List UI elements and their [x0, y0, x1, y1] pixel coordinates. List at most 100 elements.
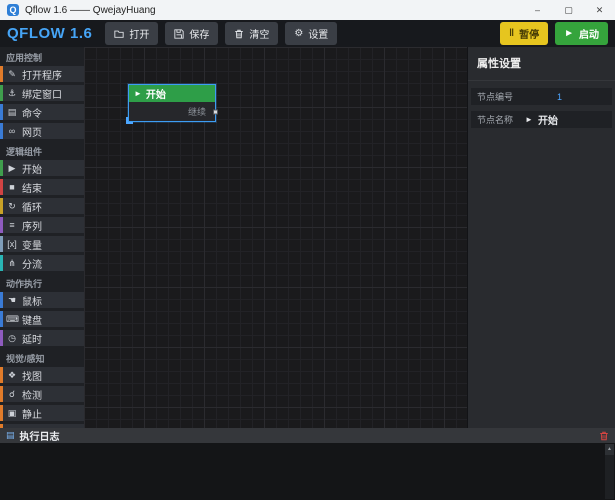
log-output[interactable]: ▲: [0, 443, 615, 500]
sidebar-item-detect[interactable]: ☌ 检测: [0, 386, 84, 402]
save-icon: [174, 29, 184, 39]
toolbar: QFLOW 1.6 打开 保存 清空 ⚙ 设置 ‖ 暂停: [0, 20, 615, 47]
titlebar: Q Qflow 1.6 —— QwejayHuang – ▢ ✕: [0, 0, 615, 20]
section-header-logic: 逻辑组件: [0, 142, 84, 160]
sidebar-item-label: 延时: [22, 331, 42, 346]
sidebar-item-end[interactable]: ■ 结束: [0, 179, 84, 195]
sidebar-item-start[interactable]: ▶ 开始: [0, 160, 84, 176]
qflow-window: Q Qflow 1.6 —— QwejayHuang – ▢ ✕ QFLOW 1…: [0, 0, 615, 500]
keyboard-icon: ⌨: [6, 314, 18, 325]
window-title: Qflow 1.6 —— QwejayHuang: [25, 5, 156, 16]
log-header-bar: ▤ 执行日志: [0, 428, 615, 443]
sidebar-item-branch[interactable]: ⋔ 分流: [0, 255, 84, 271]
sidebar-item-label: 网页: [22, 124, 42, 139]
play-icon: ►: [525, 115, 533, 124]
clear-button-label: 清空: [249, 26, 269, 41]
trash-icon: [234, 29, 244, 39]
sidebar-item-label: 循环: [22, 199, 42, 214]
minimize-button[interactable]: –: [522, 0, 553, 20]
selection-handle: [126, 117, 133, 124]
sidebar-item-label: 开始: [22, 161, 42, 176]
section-header-app-control: 应用控制: [0, 48, 84, 66]
open-button[interactable]: 打开: [105, 22, 158, 45]
sidebar-item-label: 分流: [22, 256, 42, 271]
sidebar-item-keyboard[interactable]: ⌨ 键盘: [0, 311, 84, 327]
sidebar-item-bind-window[interactable]: ⚓ 绑定窗口: [0, 85, 84, 101]
sidebar-item-find-image[interactable]: ❖ 找图: [0, 367, 84, 383]
node-name-field[interactable]: 节点名称 ► 开始: [471, 111, 612, 128]
terminal-icon: ▤: [6, 107, 18, 118]
loop-icon: ↻: [6, 201, 18, 212]
sidebar-item-delay[interactable]: ◷ 延时: [0, 330, 84, 346]
play-icon: ▶: [6, 163, 18, 174]
sidebar-item-sequence[interactable]: ≡ 序列: [0, 217, 84, 233]
sidebar-item-label: 键盘: [22, 312, 42, 327]
log-icon: ▤: [6, 430, 15, 441]
sidebar-item-label: 打开程序: [22, 67, 62, 82]
component-sidebar: 应用控制 ✎ 打开程序 ⚓ 绑定窗口 ▤ 命令 ∞ 网页 逻辑组件 ▶ 开始: [0, 47, 84, 428]
sidebar-item-label: 鼠标: [22, 293, 42, 308]
close-button[interactable]: ✕: [584, 0, 615, 20]
settings-button[interactable]: ⚙ 设置: [285, 22, 337, 45]
node-title: 开始: [146, 86, 166, 101]
start-button-label: 启动: [579, 26, 599, 41]
log-scrollbar[interactable]: ▲: [605, 444, 614, 499]
save-button[interactable]: 保存: [165, 22, 218, 45]
open-button-label: 打开: [129, 26, 149, 41]
magnifier-icon: ☌: [6, 389, 18, 400]
mouse-pointer-icon: ☚: [6, 295, 18, 306]
save-button-label: 保存: [189, 26, 209, 41]
folder-open-icon: [114, 29, 124, 39]
node-id-label: 节点编号: [477, 90, 513, 103]
maximize-button[interactable]: ▢: [553, 0, 584, 20]
start-node-header: ► 开始: [129, 85, 215, 102]
output-port[interactable]: [213, 109, 218, 114]
sidebar-item-label: 命令: [22, 105, 42, 120]
window-controls: – ▢ ✕: [522, 0, 615, 20]
node-name-value: 开始: [538, 112, 558, 127]
sidebar-item-label: 结束: [22, 180, 42, 195]
clock-icon: ◷: [6, 333, 18, 344]
properties-panel-title: 属性设置: [468, 53, 615, 81]
image-icon: ❖: [6, 370, 18, 381]
app-icon: Q: [7, 4, 19, 16]
settings-button-label: 设置: [308, 26, 328, 41]
link-icon: ∞: [6, 126, 18, 136]
list-icon: ≡: [6, 220, 18, 230]
sidebar-item-command[interactable]: ▤ 命令: [0, 104, 84, 120]
sidebar-item-label: 检测: [22, 387, 42, 402]
sidebar-item-still[interactable]: ▣ 静止: [0, 405, 84, 421]
still-icon: ▣: [6, 408, 18, 419]
start-node[interactable]: ► 开始 继续: [128, 84, 216, 122]
start-button[interactable]: ► 启动: [555, 22, 608, 45]
sidebar-item-open-program[interactable]: ✎ 打开程序: [0, 66, 84, 82]
pen-icon: ✎: [6, 69, 18, 80]
sidebar-item-label: 找图: [22, 368, 42, 383]
log-title: 执行日志: [20, 428, 60, 443]
node-name-label: 节点名称: [477, 113, 513, 126]
anchor-icon: ⚓: [6, 88, 18, 99]
clear-button[interactable]: 清空: [225, 22, 278, 45]
sidebar-item-mouse[interactable]: ☚ 鼠标: [0, 292, 84, 308]
pause-button[interactable]: ‖ 暂停: [500, 22, 548, 45]
sidebar-item-label: 变量: [22, 237, 42, 252]
section-header-perception: 视觉/感知: [0, 349, 84, 367]
branch-icon: ⋔: [6, 258, 18, 269]
app-logo: QFLOW 1.6: [7, 25, 92, 42]
play-icon: ►: [134, 89, 142, 98]
pause-button-label: 暂停: [519, 26, 539, 41]
scroll-up-icon[interactable]: ▲: [605, 444, 614, 455]
sidebar-item-label: 静止: [22, 406, 42, 421]
sidebar-item-loop[interactable]: ↻ 循环: [0, 198, 84, 214]
output-port-label: 继续: [188, 105, 206, 118]
flow-canvas[interactable]: ► 开始 继续: [84, 47, 467, 428]
main-area: 应用控制 ✎ 打开程序 ⚓ 绑定窗口 ▤ 命令 ∞ 网页 逻辑组件 ▶ 开始: [0, 47, 615, 428]
clear-log-button[interactable]: [599, 431, 609, 441]
node-id-field[interactable]: 节点编号 1: [471, 88, 612, 105]
pause-icon: ‖: [509, 29, 514, 39]
sidebar-item-webpage[interactable]: ∞ 网页: [0, 123, 84, 139]
section-header-actions: 动作执行: [0, 274, 84, 292]
sidebar-item-variable[interactable]: [x] 变量: [0, 236, 84, 252]
node-id-value: 1: [557, 92, 562, 102]
variable-icon: [x]: [6, 239, 18, 249]
